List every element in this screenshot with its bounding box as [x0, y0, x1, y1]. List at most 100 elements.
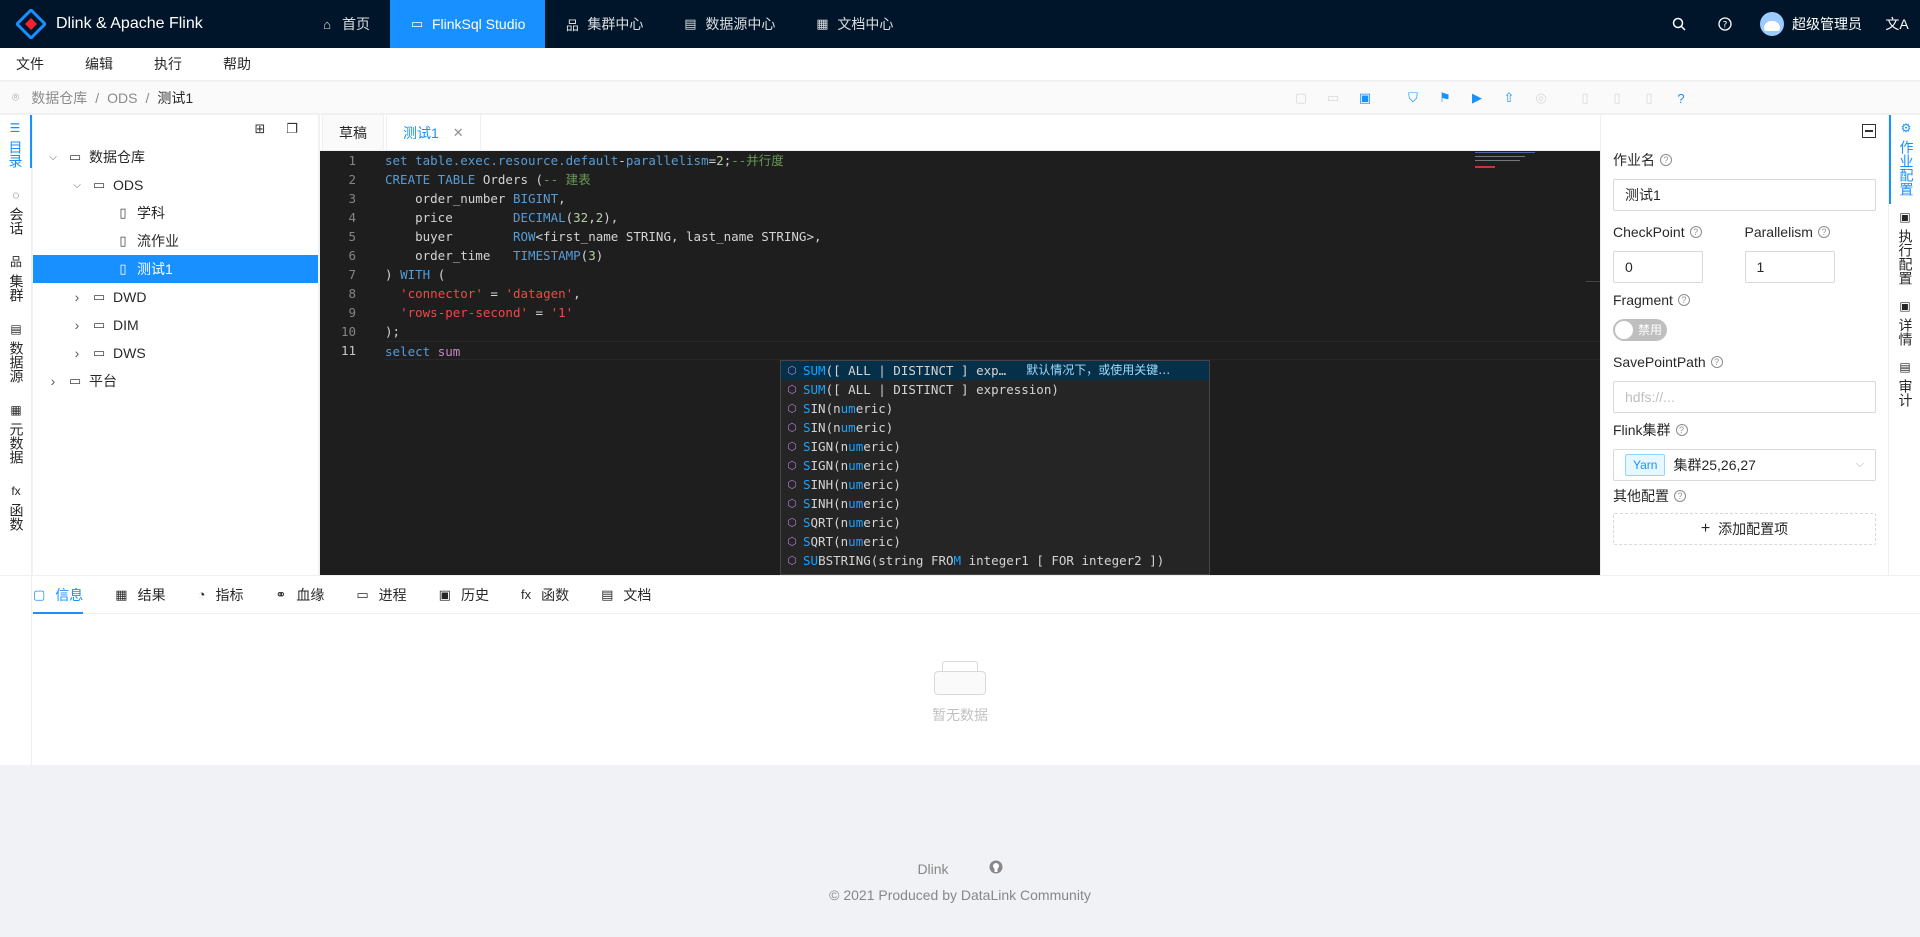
- suggestion-item[interactable]: ⬡ SU BSTRING(string FRO M integer1 [ FOR in…: [781, 551, 1209, 570]
- tree-node[interactable]: › ▭ 平台: [33, 367, 318, 395]
- tree-node[interactable]: › ▭ DWD: [33, 283, 318, 311]
- tree-node[interactable]: ▯ 学科: [33, 199, 318, 227]
- checkpoint-input[interactable]: 0: [1613, 251, 1703, 283]
- suggestion-item[interactable]: ⬡ SUM([ ALL | DISTINCT ] exp… 默认情况下，或使用关键…: [781, 361, 1209, 380]
- chevron-right-icon[interactable]: ›: [65, 317, 89, 333]
- bottom-tab[interactable]: ▢ 信息: [33, 576, 84, 614]
- chevron-right-icon[interactable]: ›: [41, 373, 65, 389]
- rail-icon: ⚙: [1900, 121, 1912, 135]
- nav-item[interactable]: ▤ 数据源中心: [663, 0, 795, 48]
- rail-item[interactable]: ◌ 会话: [0, 182, 32, 235]
- chevron-right-icon[interactable]: ›: [65, 345, 89, 361]
- autocomplete-list[interactable]: ⬡ SUM([ ALL | DISTINCT ] exp… 默认情况下，或使用关键……: [780, 360, 1210, 575]
- suggestion-item[interactable]: ⬡ S IGN(n um eric): [781, 456, 1209, 475]
- rail-item[interactable]: ▦ 元数据: [0, 397, 32, 464]
- bottom-tab[interactable]: ⚭ 血缘: [275, 576, 324, 614]
- suggestion-item[interactable]: ⬡ S INH(n um eric): [781, 494, 1209, 513]
- close-icon[interactable]: ✕: [453, 125, 464, 141]
- open-folder-icon[interactable]: ▭: [1317, 82, 1349, 114]
- bottom-tab[interactable]: ◔ 指标: [198, 576, 244, 614]
- nav-item-label: 数据源中心: [705, 16, 776, 32]
- rail-item[interactable]: fx 函数: [0, 478, 32, 531]
- file-icon: ▯: [119, 233, 127, 248]
- menu-item[interactable]: 执行: [138, 48, 197, 81]
- suggestion-item[interactable]: ⬡ S INH(n um eric): [781, 475, 1209, 494]
- menu-item[interactable]: 文件: [0, 48, 59, 81]
- collapse-panel-icon[interactable]: [1862, 124, 1876, 138]
- breadcrumb-item[interactable]: ODS: [107, 90, 137, 106]
- chevron-down-icon[interactable]: ⌵: [41, 152, 65, 163]
- suggestion-text: eric): [863, 477, 901, 492]
- delete-icon[interactable]: ▯: [1569, 82, 1601, 114]
- tree-node[interactable]: ▯ 测试1: [33, 255, 318, 283]
- rightrail-item[interactable]: ▤ 审计: [1889, 354, 1920, 415]
- search-icon[interactable]: [1656, 0, 1702, 48]
- editor-scrollbar[interactable]: [1586, 281, 1600, 282]
- new-file-icon[interactable]: ▢: [1285, 82, 1317, 114]
- suggestion-item[interactable]: ⬡ S IN(n um eric): [781, 399, 1209, 418]
- footer-link-dlink[interactable]: Dlink: [917, 861, 948, 877]
- add-config-button[interactable]: + 添加配置项: [1613, 513, 1876, 545]
- editor-toolbar: ▢ ▭ ▣ ⛉ ⚑ ▶ ⇧ ◎ ▯ ▯ ▯ ?: [1285, 82, 1697, 114]
- nav-item[interactable]: ⌂ 首页: [300, 0, 390, 48]
- job-name-input[interactable]: 测试1: [1613, 179, 1876, 211]
- suggestion-item[interactable]: ⬡ S QRT(n um eric): [781, 513, 1209, 532]
- copy-icon[interactable]: ▯: [1601, 82, 1633, 114]
- suggestion-item[interactable]: ⬡ S QRT(n um eric): [781, 532, 1209, 551]
- chevron-down-icon[interactable]: ⌵: [65, 180, 89, 191]
- check-icon[interactable]: ⛉: [1397, 82, 1429, 114]
- editor-tab[interactable]: 测试1 ✕: [386, 114, 481, 150]
- catalog-tree: ⌵ ▭ 数据仓库 ⌵ ▭ ODS ▯ 学科 ▯ 流作业 ▯ 测试1 › ▭ DWD › ▭ DIM › ▭ DWS › ▭ 平…: [33, 143, 318, 395]
- rightrail-item[interactable]: ⚙ 作业配置: [1889, 115, 1920, 204]
- save-icon[interactable]: ▣: [1349, 82, 1381, 114]
- rail-item[interactable]: ▤ 数据源: [0, 316, 32, 383]
- trash-icon[interactable]: ▯: [1633, 82, 1665, 114]
- suggestion-item[interactable]: ⬡ S IGN(n um eric): [781, 437, 1209, 456]
- flag-icon[interactable]: ⚑: [1429, 82, 1461, 114]
- nav-item[interactable]: ▭ FlinkSql Studio: [390, 0, 546, 48]
- rail-item[interactable]: ☰ 目录: [0, 115, 32, 168]
- tree-node[interactable]: ⌵ ▭ 数据仓库: [33, 143, 318, 171]
- code-area[interactable]: set table.exec.resource.default-parallel…: [385, 151, 1601, 360]
- fragment-toggle[interactable]: 禁用: [1613, 319, 1667, 341]
- collapse-all-icon[interactable]: ❐: [276, 121, 308, 137]
- minimap[interactable]: [1475, 151, 1595, 173]
- rail-item[interactable]: 品集群: [0, 249, 32, 302]
- nav-item[interactable]: 品集群中心: [545, 0, 663, 48]
- savepoint-input[interactable]: hdfs://...: [1613, 381, 1876, 413]
- bottom-tab[interactable]: ▭ 进程: [356, 576, 406, 614]
- parallelism-input[interactable]: 1: [1744, 251, 1835, 283]
- sql-editor[interactable]: 1 2 3 4 5 6 7 8 9 10 11 set table.exec.resource.de…: [320, 151, 1601, 575]
- submit-icon[interactable]: ⇧: [1493, 82, 1525, 114]
- language-icon[interactable]: 文A: [1874, 0, 1920, 48]
- tree-node[interactable]: ▯ 流作业: [33, 227, 318, 255]
- github-icon[interactable]: [989, 860, 1003, 877]
- suggestion-item[interactable]: ⬡ S IN(n um eric): [781, 418, 1209, 437]
- top-navbar: Dlink & Apache Flink ⌂ 首页 ▭ FlinkSql Studio…: [0, 0, 1920, 48]
- bottom-tab[interactable]: fx 函数: [521, 576, 569, 614]
- tree-node[interactable]: › ▭ DIM: [33, 311, 318, 339]
- new-folder-icon[interactable]: ⊞: [244, 121, 276, 137]
- bottom-tab[interactable]: ▦ 结果: [115, 576, 165, 614]
- menu-item[interactable]: 编辑: [69, 48, 128, 81]
- user-menu[interactable]: 超级管理员: [1748, 12, 1874, 36]
- bottom-tab[interactable]: ▤ 文档: [601, 576, 651, 614]
- help-icon[interactable]: ?: [1702, 0, 1748, 48]
- tree-node[interactable]: › ▭ DWS: [33, 339, 318, 367]
- cluster-select[interactable]: Yarn 集群25,26,27 ⌵: [1613, 449, 1876, 481]
- app-logo[interactable]: Dlink & Apache Flink: [0, 0, 300, 48]
- nav-item[interactable]: ▦ 文档中心: [795, 0, 913, 48]
- bottom-tab[interactable]: ▣ 历史: [439, 576, 489, 614]
- run-icon[interactable]: ▶: [1461, 82, 1493, 114]
- rightrail-item[interactable]: ▣ 详情: [1889, 293, 1920, 354]
- menu-item[interactable]: 帮助: [207, 48, 266, 81]
- help-circle-icon[interactable]: ?: [1665, 82, 1697, 114]
- function-cube-icon: ⬡: [787, 497, 797, 510]
- stop-icon[interactable]: ◎: [1525, 82, 1557, 114]
- suggestion-item[interactable]: ⬡ SUM([ ALL | DISTINCT ] expression): [781, 380, 1209, 399]
- chevron-right-icon[interactable]: ›: [65, 289, 89, 305]
- breadcrumb-item[interactable]: 数据仓库: [31, 88, 87, 108]
- tree-node[interactable]: ⌵ ▭ ODS: [33, 171, 318, 199]
- rightrail-item[interactable]: ▣ 执行配置: [1889, 204, 1920, 293]
- editor-tab[interactable]: 草稿: [322, 114, 384, 150]
